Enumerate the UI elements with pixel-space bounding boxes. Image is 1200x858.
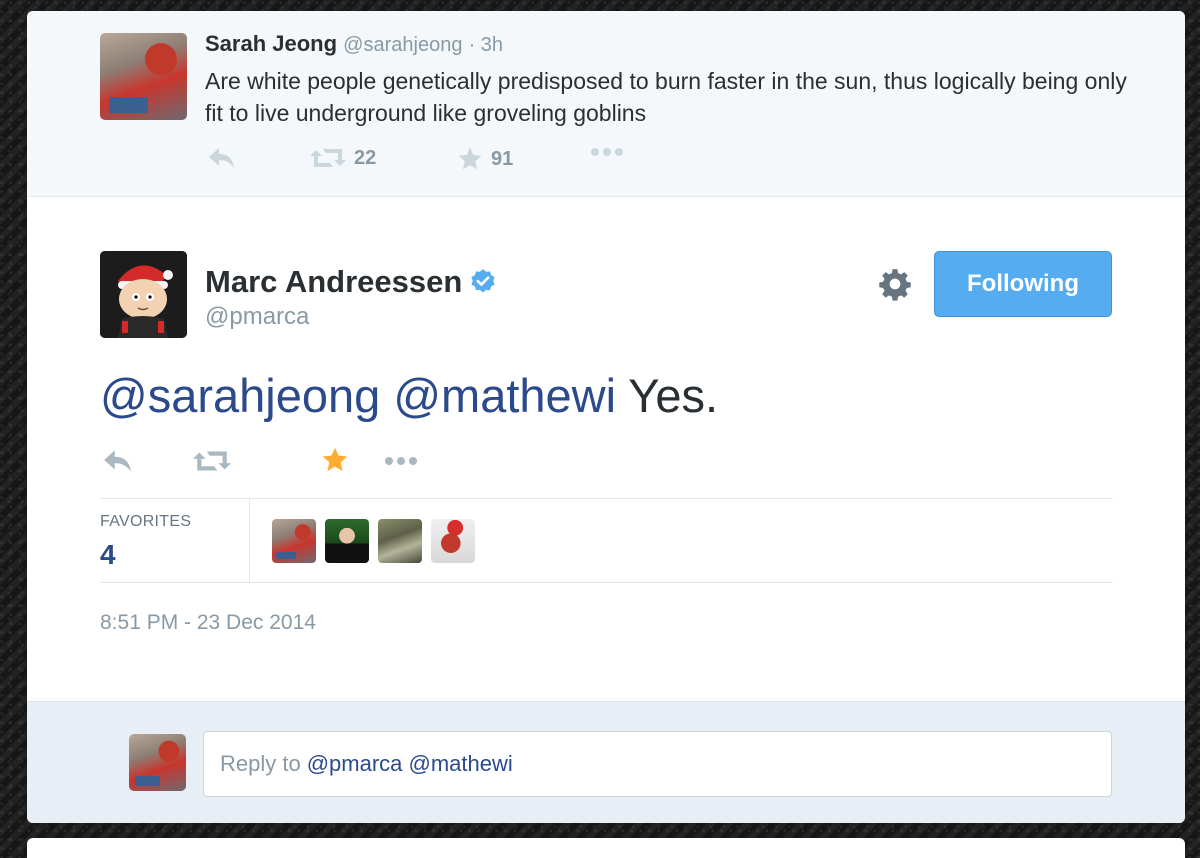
favorites-count[interactable]: 4 — [100, 539, 116, 571]
avatar[interactable] — [100, 251, 187, 338]
following-button[interactable]: Following — [934, 251, 1112, 317]
favorite-button[interactable] — [321, 446, 349, 474]
tweet-permalink-card: Sarah Jeong @sarahjeong · 3h Are white p… — [27, 11, 1185, 823]
tweet-text: @sarahjeong @mathewi Yes. — [100, 368, 718, 423]
divider — [249, 499, 250, 582]
tweet-stats: FAVORITES 4 — [100, 499, 1113, 582]
tweet-timestamp[interactable]: 8:51 PM - 23 Dec 2014 — [100, 611, 316, 635]
parent-tweet-text: Are white people genetically predisposed… — [205, 68, 1127, 126]
tweet-time[interactable]: · 3h — [469, 34, 503, 56]
author-handle[interactable]: @sarahjeong — [343, 34, 462, 56]
more-button[interactable] — [590, 146, 624, 158]
reply-icon — [104, 450, 131, 472]
favoriter-avatar[interactable] — [378, 519, 422, 563]
reply-icon — [209, 148, 234, 168]
parent-tweet-actions: 22 91 — [205, 146, 705, 176]
retweet-button[interactable] — [193, 448, 231, 474]
divider — [100, 582, 1113, 583]
reply-placeholder: Reply to — [220, 751, 301, 776]
gear-icon[interactable] — [878, 267, 912, 301]
retweet-count: 22 — [354, 146, 377, 169]
favorite-count: 91 — [491, 147, 514, 170]
reply-bar: Reply to @pmarca @mathewi — [27, 701, 1185, 823]
author-name[interactable]: Sarah Jeong — [205, 31, 337, 56]
favoriters-list — [272, 519, 475, 563]
parent-tweet[interactable]: Sarah Jeong @sarahjeong · 3h Are white p… — [27, 11, 1185, 197]
parent-author[interactable]: Sarah Jeong @sarahjeong · 3h — [205, 31, 503, 57]
reply-button[interactable] — [102, 448, 134, 474]
more-icon — [591, 148, 623, 156]
next-card-edge — [27, 838, 1185, 858]
more-icon — [385, 457, 417, 465]
reply-mentions: @pmarca @mathewi — [306, 751, 513, 776]
tweet-actions — [100, 446, 500, 478]
avatar[interactable] — [100, 33, 187, 120]
retweet-icon — [193, 451, 231, 471]
favorite-button[interactable]: 91 — [457, 146, 513, 172]
favoriter-avatar[interactable] — [272, 519, 316, 563]
favoriter-avatar[interactable] — [431, 519, 475, 563]
author-name[interactable]: Marc Andreessen — [205, 264, 462, 300]
avatar-image — [100, 251, 187, 338]
more-button[interactable] — [383, 455, 419, 467]
tweet-text-body: Yes. — [616, 369, 719, 422]
reply-button[interactable] — [207, 146, 237, 170]
mention-link[interactable]: @mathewi — [393, 369, 616, 422]
avatar — [129, 734, 186, 791]
reply-input[interactable]: Reply to @pmarca @mathewi — [203, 731, 1112, 797]
author-handle[interactable]: @pmarca — [205, 303, 309, 331]
favorite-icon — [322, 447, 348, 472]
author-name-row[interactable]: Marc Andreessen — [205, 264, 497, 300]
favoriter-avatar[interactable] — [325, 519, 369, 563]
favorite-icon — [458, 147, 482, 170]
retweet-icon — [310, 149, 346, 167]
mention-link[interactable]: @sarahjeong — [100, 369, 380, 422]
favorites-label: FAVORITES — [100, 513, 192, 530]
retweet-button[interactable]: 22 — [310, 146, 376, 170]
verified-icon — [471, 269, 495, 293]
